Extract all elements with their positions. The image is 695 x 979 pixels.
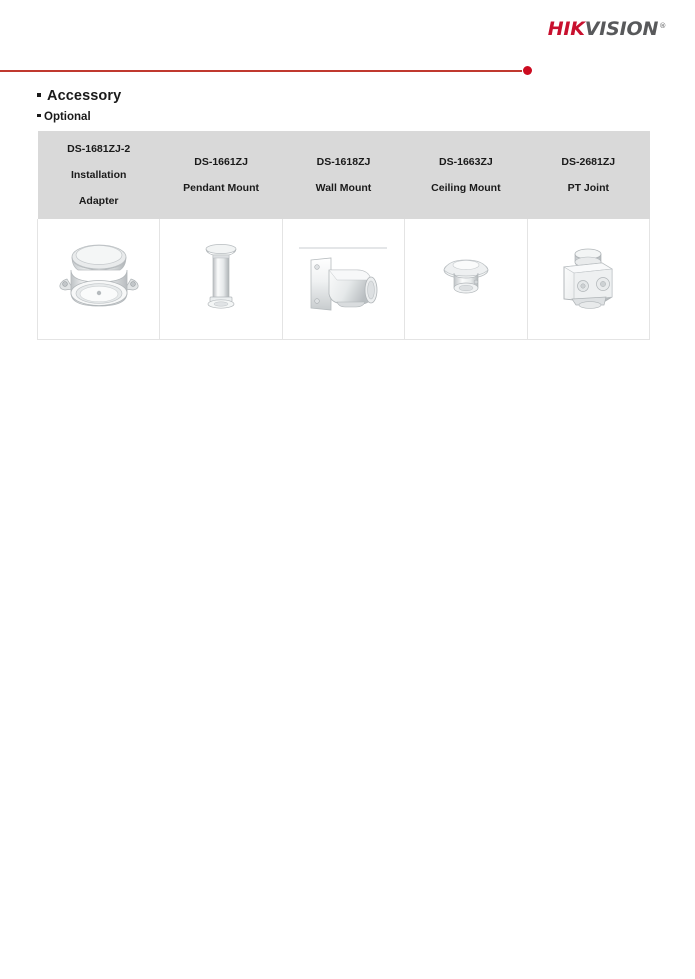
- accessory-name-line1-label: Pendant Mount: [183, 182, 259, 194]
- accessory-model-label: DS-1618ZJ: [316, 156, 371, 168]
- accessory-name-line2-label: Adapter: [78, 195, 119, 207]
- divider-end-dot-icon: [523, 66, 532, 75]
- accessory-name-line1-label: Ceiling Mount: [431, 182, 501, 194]
- table-header-cell-2: DS-1661ZJ Pendant Mount: [159, 131, 283, 219]
- table-row: [36, 219, 651, 340]
- divider-line: [0, 70, 522, 72]
- logo-vision-text: VISION: [584, 18, 659, 40]
- pt-joint-icon: [563, 248, 614, 309]
- table-header-cell-5: DS-2681ZJ PT Joint: [527, 131, 650, 219]
- table-header-cell-4: DS-1663ZJ Ceiling Mount: [404, 131, 528, 219]
- square-bullet-icon: [37, 113, 41, 117]
- pendant-mount-icon: [205, 244, 237, 309]
- table-cell-product-image: [159, 219, 283, 340]
- accessory-model-label: DS-1663ZJ: [439, 156, 493, 168]
- table-cell-product-image: [36, 219, 161, 340]
- page-title: Accessory: [37, 88, 637, 104]
- accessory-name-line1-label: PT Joint: [567, 182, 609, 194]
- accessory-table: DS-1681ZJ-2 Installation Adapter DS-1661…: [36, 131, 651, 340]
- table-cell-product-image: [526, 219, 651, 340]
- square-bullet-icon: [37, 93, 41, 97]
- table-header-row: DS-1681ZJ-2 Installation Adapter DS-1661…: [37, 131, 650, 219]
- accessory-heading-label: Accessory: [47, 88, 122, 104]
- accessory-model-label: DS-1661ZJ: [194, 156, 248, 168]
- header-divider: [0, 66, 695, 76]
- logo-hik-text: HIK: [547, 18, 585, 40]
- table-header-cell-1: DS-1681ZJ-2 Installation Adapter: [37, 131, 160, 219]
- ceiling-mount-icon: [443, 259, 489, 294]
- optional-heading-label: Optional: [44, 111, 91, 123]
- wall-mount-icon: [299, 247, 388, 311]
- accessory-model-label: DS-2681ZJ: [561, 156, 616, 168]
- table-header-cell-3: DS-1618ZJ Wall Mount: [282, 131, 405, 219]
- registered-mark-icon: ®: [659, 21, 666, 30]
- accessory-name-line1-label: Wall Mount: [315, 182, 372, 194]
- subsection-title: Optional: [37, 111, 637, 123]
- page-header: HIKVISION®: [0, 0, 695, 52]
- installation-adapter-icon: [59, 244, 139, 307]
- table-cell-product-image: [281, 219, 406, 340]
- hikvision-logo: HIKVISION®: [547, 18, 667, 40]
- accessory-model-label: DS-1681ZJ-2: [67, 143, 131, 155]
- accessory-name-line1-label: Installation: [70, 169, 127, 181]
- table-cell-product-image: [404, 219, 528, 340]
- section-headings: Accessory Optional: [37, 88, 637, 123]
